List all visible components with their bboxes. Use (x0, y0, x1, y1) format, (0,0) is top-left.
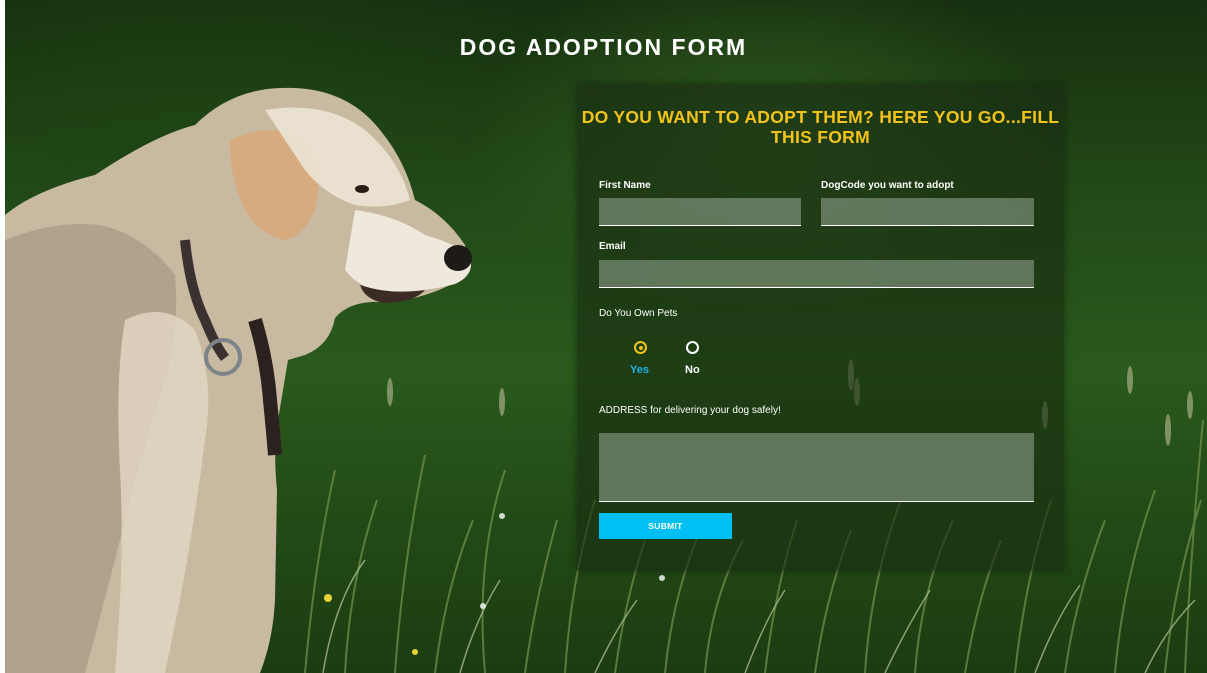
adoption-form: DO YOU WANT TO ADOPT THEM? HERE YOU GO..… (577, 84, 1064, 571)
own-pets-no-radio[interactable] (686, 341, 699, 354)
first-name-input[interactable] (599, 198, 801, 226)
own-pets-yes-label[interactable]: Yes (630, 364, 649, 376)
email-label: Email (599, 241, 626, 252)
form-heading: DO YOU WANT TO ADOPT THEM? HERE YOU GO..… (581, 107, 1060, 147)
own-pets-no-label[interactable]: No (685, 364, 700, 376)
email-input[interactable] (599, 260, 1034, 288)
own-pets-label: Do You Own Pets (599, 308, 678, 319)
own-pets-yes-radio[interactable] (634, 341, 647, 354)
dog-code-label: DogCode you want to adopt (821, 180, 954, 191)
address-textarea[interactable] (599, 433, 1034, 502)
first-name-label: First Name (599, 180, 651, 191)
address-label: ADDRESS for delivering your dog safely! (599, 405, 781, 416)
submit-button[interactable]: SUBMIT (599, 513, 732, 539)
dog-code-input[interactable] (821, 198, 1034, 226)
page-title: DOG ADOPTION FORM (459, 34, 748, 60)
